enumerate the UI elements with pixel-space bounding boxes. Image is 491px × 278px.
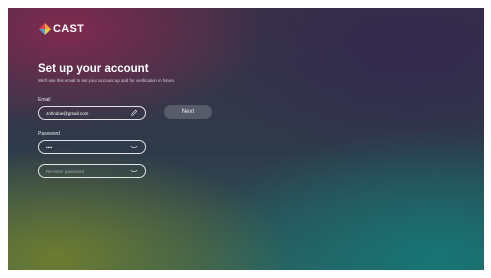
reenter-password-placeholder: Re-enter password	[46, 168, 85, 174]
password-value: ••••	[46, 144, 53, 150]
password-label: Password	[38, 131, 60, 137]
reenter-password-field[interactable]: Re-enter password	[38, 164, 146, 178]
eye-closed-icon[interactable]	[130, 143, 138, 151]
edit-icon[interactable]	[130, 109, 138, 117]
setup-screen: CAST Set up your account We'll use this …	[8, 8, 484, 270]
logo-mark-icon	[39, 23, 51, 35]
email-label: Email	[38, 97, 51, 103]
email-field[interactable]: Johndoe@gmail.com	[38, 106, 146, 120]
password-field[interactable]: ••••	[38, 140, 146, 154]
page-subtitle: We'll use this email to set your account…	[38, 78, 176, 83]
email-value: Johndoe@gmail.com	[46, 110, 89, 116]
app-logo: CAST	[39, 22, 84, 36]
page-title: Set up your account	[38, 63, 149, 75]
logo-text: CAST	[53, 23, 85, 35]
eye-closed-icon[interactable]	[130, 167, 138, 175]
next-button[interactable]: Next	[164, 105, 212, 119]
